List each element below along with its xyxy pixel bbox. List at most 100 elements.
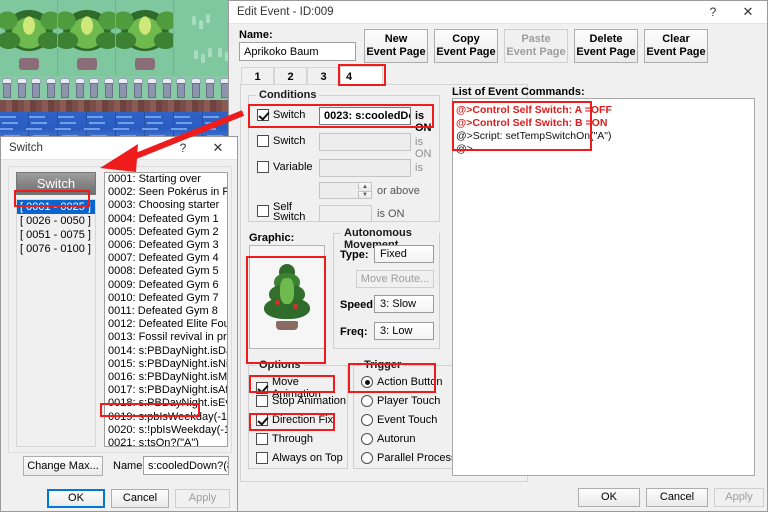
switch-entry[interactable]: 0019: s:pbIsWeekday(-1,2,4,: [105, 411, 227, 424]
option-label: Direction Fix: [272, 414, 334, 426]
tab-page-4[interactable]: 4: [340, 66, 383, 86]
switch-entry[interactable]: 0003: Choosing starter: [105, 199, 227, 212]
switch-entry[interactable]: 0020: s:!pbIsWeekday(-1,2,4: [105, 424, 227, 437]
delete-event-page-button[interactable]: Delete Event Page: [574, 29, 638, 63]
close-icon[interactable]: ✕: [729, 1, 767, 24]
switch-cancel-button[interactable]: Cancel: [111, 489, 169, 508]
paste-event-page-button: Paste Event Page: [504, 29, 568, 63]
condition-switch1-checkbox[interactable]: Switch: [257, 109, 305, 121]
switch-entry[interactable]: 0007: Defeated Gym 4: [105, 252, 227, 265]
event-name-input[interactable]: Aprikoko Baum: [239, 42, 356, 61]
map-tileset-background: [0, 0, 232, 145]
switch-entry[interactable]: 0016: s:PBDayNight.isMorning: [105, 371, 227, 384]
clear-event-page-button[interactable]: Clear Event Page: [644, 29, 708, 63]
move-route-button: Move Route...: [356, 270, 434, 288]
switch-entry[interactable]: 0005: Defeated Gym 2: [105, 226, 227, 239]
radio-icon: [361, 452, 373, 464]
condition-switch1-label: Switch: [273, 109, 306, 121]
command-line[interactable]: @>Control Self Switch: A =OFF: [456, 104, 754, 117]
switch-entry[interactable]: 0010: Defeated Gym 7: [105, 292, 227, 305]
delete-event-page-line2: Event Page: [576, 46, 636, 58]
movement-speed-dropdown[interactable]: 3: Slow: [374, 295, 434, 313]
condition-switch2-select[interactable]: [319, 133, 411, 151]
command-line[interactable]: @>Control Self Switch: B =ON: [456, 117, 754, 130]
stepper-down-icon[interactable]: ▼: [358, 191, 371, 198]
condition-selfswitch-suffix: is ON: [377, 208, 405, 220]
switch-entry[interactable]: 0015: s:PBDayNight.isNight?: [105, 358, 227, 371]
movement-speed-label: Speed:: [340, 299, 377, 311]
help-icon[interactable]: ?: [167, 137, 199, 160]
command-line[interactable]: @>: [456, 143, 754, 156]
range-item[interactable]: [ 0001 - 0025 ]: [17, 200, 95, 214]
command-line[interactable]: @>Script: setTempSwitchOn("A"): [456, 130, 754, 143]
switch-header-button[interactable]: Switch: [16, 172, 96, 195]
movement-type-label: Type:: [340, 249, 369, 261]
option-always-on-top[interactable]: Always on Top: [256, 452, 343, 464]
switch-selector-panel: Switch [ 0001 - 0025 ] [ 0026 - 0050 ] […: [8, 166, 232, 476]
conditions-group: Conditions Switch 0023: s:cooledDown?(… …: [248, 89, 440, 223]
range-item[interactable]: [ 0026 - 0050 ]: [17, 214, 95, 228]
stepper-up-icon[interactable]: ▲: [358, 183, 371, 190]
event-command-list[interactable]: @>Control Self Switch: A =OFF @>Control …: [452, 98, 755, 476]
switch-entry[interactable]: 0009: Defeated Gym 6: [105, 279, 227, 292]
switch-entry[interactable]: 0013: Fossil revival in progres…: [105, 331, 227, 344]
edit-event-cancel-button[interactable]: Cancel: [646, 488, 708, 507]
copy-event-page-line2: Event Page: [436, 46, 496, 58]
checkbox-icon: [256, 433, 268, 445]
edit-event-apply-button: Apply: [714, 488, 764, 507]
switch-entry[interactable]: 0002: Seen Pokérus in Poké C…: [105, 186, 227, 199]
option-through[interactable]: Through: [256, 433, 313, 445]
fence-tile-row: [0, 76, 232, 102]
switch-dialog-title: Switch: [9, 142, 43, 154]
condition-selfswitch-dropdown[interactable]: [319, 205, 372, 222]
close-icon[interactable]: ✕: [199, 137, 237, 160]
option-stop-animation[interactable]: Stop Animation: [256, 395, 346, 407]
tree-tile: [116, 0, 174, 76]
christmas-tree-sprite: [260, 264, 314, 330]
movement-type-dropdown[interactable]: Fixed: [374, 245, 434, 263]
movement-freq-dropdown[interactable]: 3: Low: [374, 322, 434, 340]
condition-variable-amount-stepper[interactable]: ▲ ▼: [319, 182, 372, 199]
trigger-event-touch[interactable]: Event Touch: [361, 414, 437, 426]
range-item[interactable]: [ 0051 - 0075 ]: [17, 228, 95, 242]
switch-entry[interactable]: 0001: Starting over: [105, 173, 227, 186]
checkbox-icon: [257, 205, 269, 217]
checkbox-icon: [257, 161, 269, 173]
switch-entry[interactable]: 0017: s:PBDayNight.isAfterno: [105, 384, 227, 397]
radio-icon: [361, 433, 373, 445]
switch-entry-list[interactable]: 0001: Starting over 0002: Seen Pokérus i…: [104, 172, 228, 447]
switch-range-list[interactable]: [ 0001 - 0025 ] [ 0026 - 0050 ] [ 0051 -…: [16, 199, 96, 447]
switch-ok-button[interactable]: OK: [47, 489, 105, 508]
graphic-preview[interactable]: [249, 245, 325, 349]
switch-name-input[interactable]: s:cooledDown?(8640…: [143, 456, 229, 475]
edit-event-ok-button[interactable]: OK: [578, 488, 640, 507]
switch-entry[interactable]: 0004: Defeated Gym 1: [105, 213, 227, 226]
switch-entry[interactable]: 0006: Defeated Gym 3: [105, 239, 227, 252]
switch-entry[interactable]: 0021: s:tsOn?("A"): [105, 437, 227, 446]
new-event-page-button[interactable]: New Event Page: [364, 29, 428, 63]
copy-event-page-button[interactable]: Copy Event Page: [434, 29, 498, 63]
switch-dialog: Switch ? ✕ Switch [ 0001 - 0025 ] [ 0026…: [0, 136, 238, 512]
condition-variable-label: Variable: [273, 161, 313, 173]
switch-entry[interactable]: 0011: Defeated Gym 8: [105, 305, 227, 318]
change-max-button[interactable]: Change Max...: [23, 456, 103, 476]
conditions-legend: Conditions: [256, 89, 320, 101]
trigger-player-touch[interactable]: Player Touch: [361, 395, 440, 407]
switch-entry[interactable]: 0018: s:PBDayNight.isEvening: [105, 397, 227, 410]
switch-entry[interactable]: 0014: s:PBDayNight.isDay?: [105, 345, 227, 358]
help-icon[interactable]: ?: [697, 1, 729, 24]
option-direction-fix[interactable]: Direction Fix: [256, 414, 333, 426]
clear-event-page-line2: Event Page: [646, 46, 706, 58]
condition-switch1-select[interactable]: 0023: s:cooledDown?(…: [319, 107, 411, 125]
condition-variable-select[interactable]: [319, 159, 411, 177]
trigger-action-button[interactable]: Action Button: [361, 376, 442, 388]
condition-variable-checkbox[interactable]: Variable: [257, 161, 313, 173]
switch-entry[interactable]: 0012: Defeated Elite Four: [105, 318, 227, 331]
range-item[interactable]: [ 0076 - 0100 ]: [17, 242, 95, 256]
trigger-parallel-process[interactable]: Parallel Process: [361, 452, 456, 464]
paste-event-page-line2: Event Page: [506, 46, 566, 58]
condition-switch2-checkbox[interactable]: Switch: [257, 135, 305, 147]
condition-selfswitch-checkbox[interactable]: Self Switch: [257, 202, 305, 223]
switch-entry[interactable]: 0008: Defeated Gym 5: [105, 265, 227, 278]
trigger-autorun[interactable]: Autorun: [361, 433, 416, 445]
